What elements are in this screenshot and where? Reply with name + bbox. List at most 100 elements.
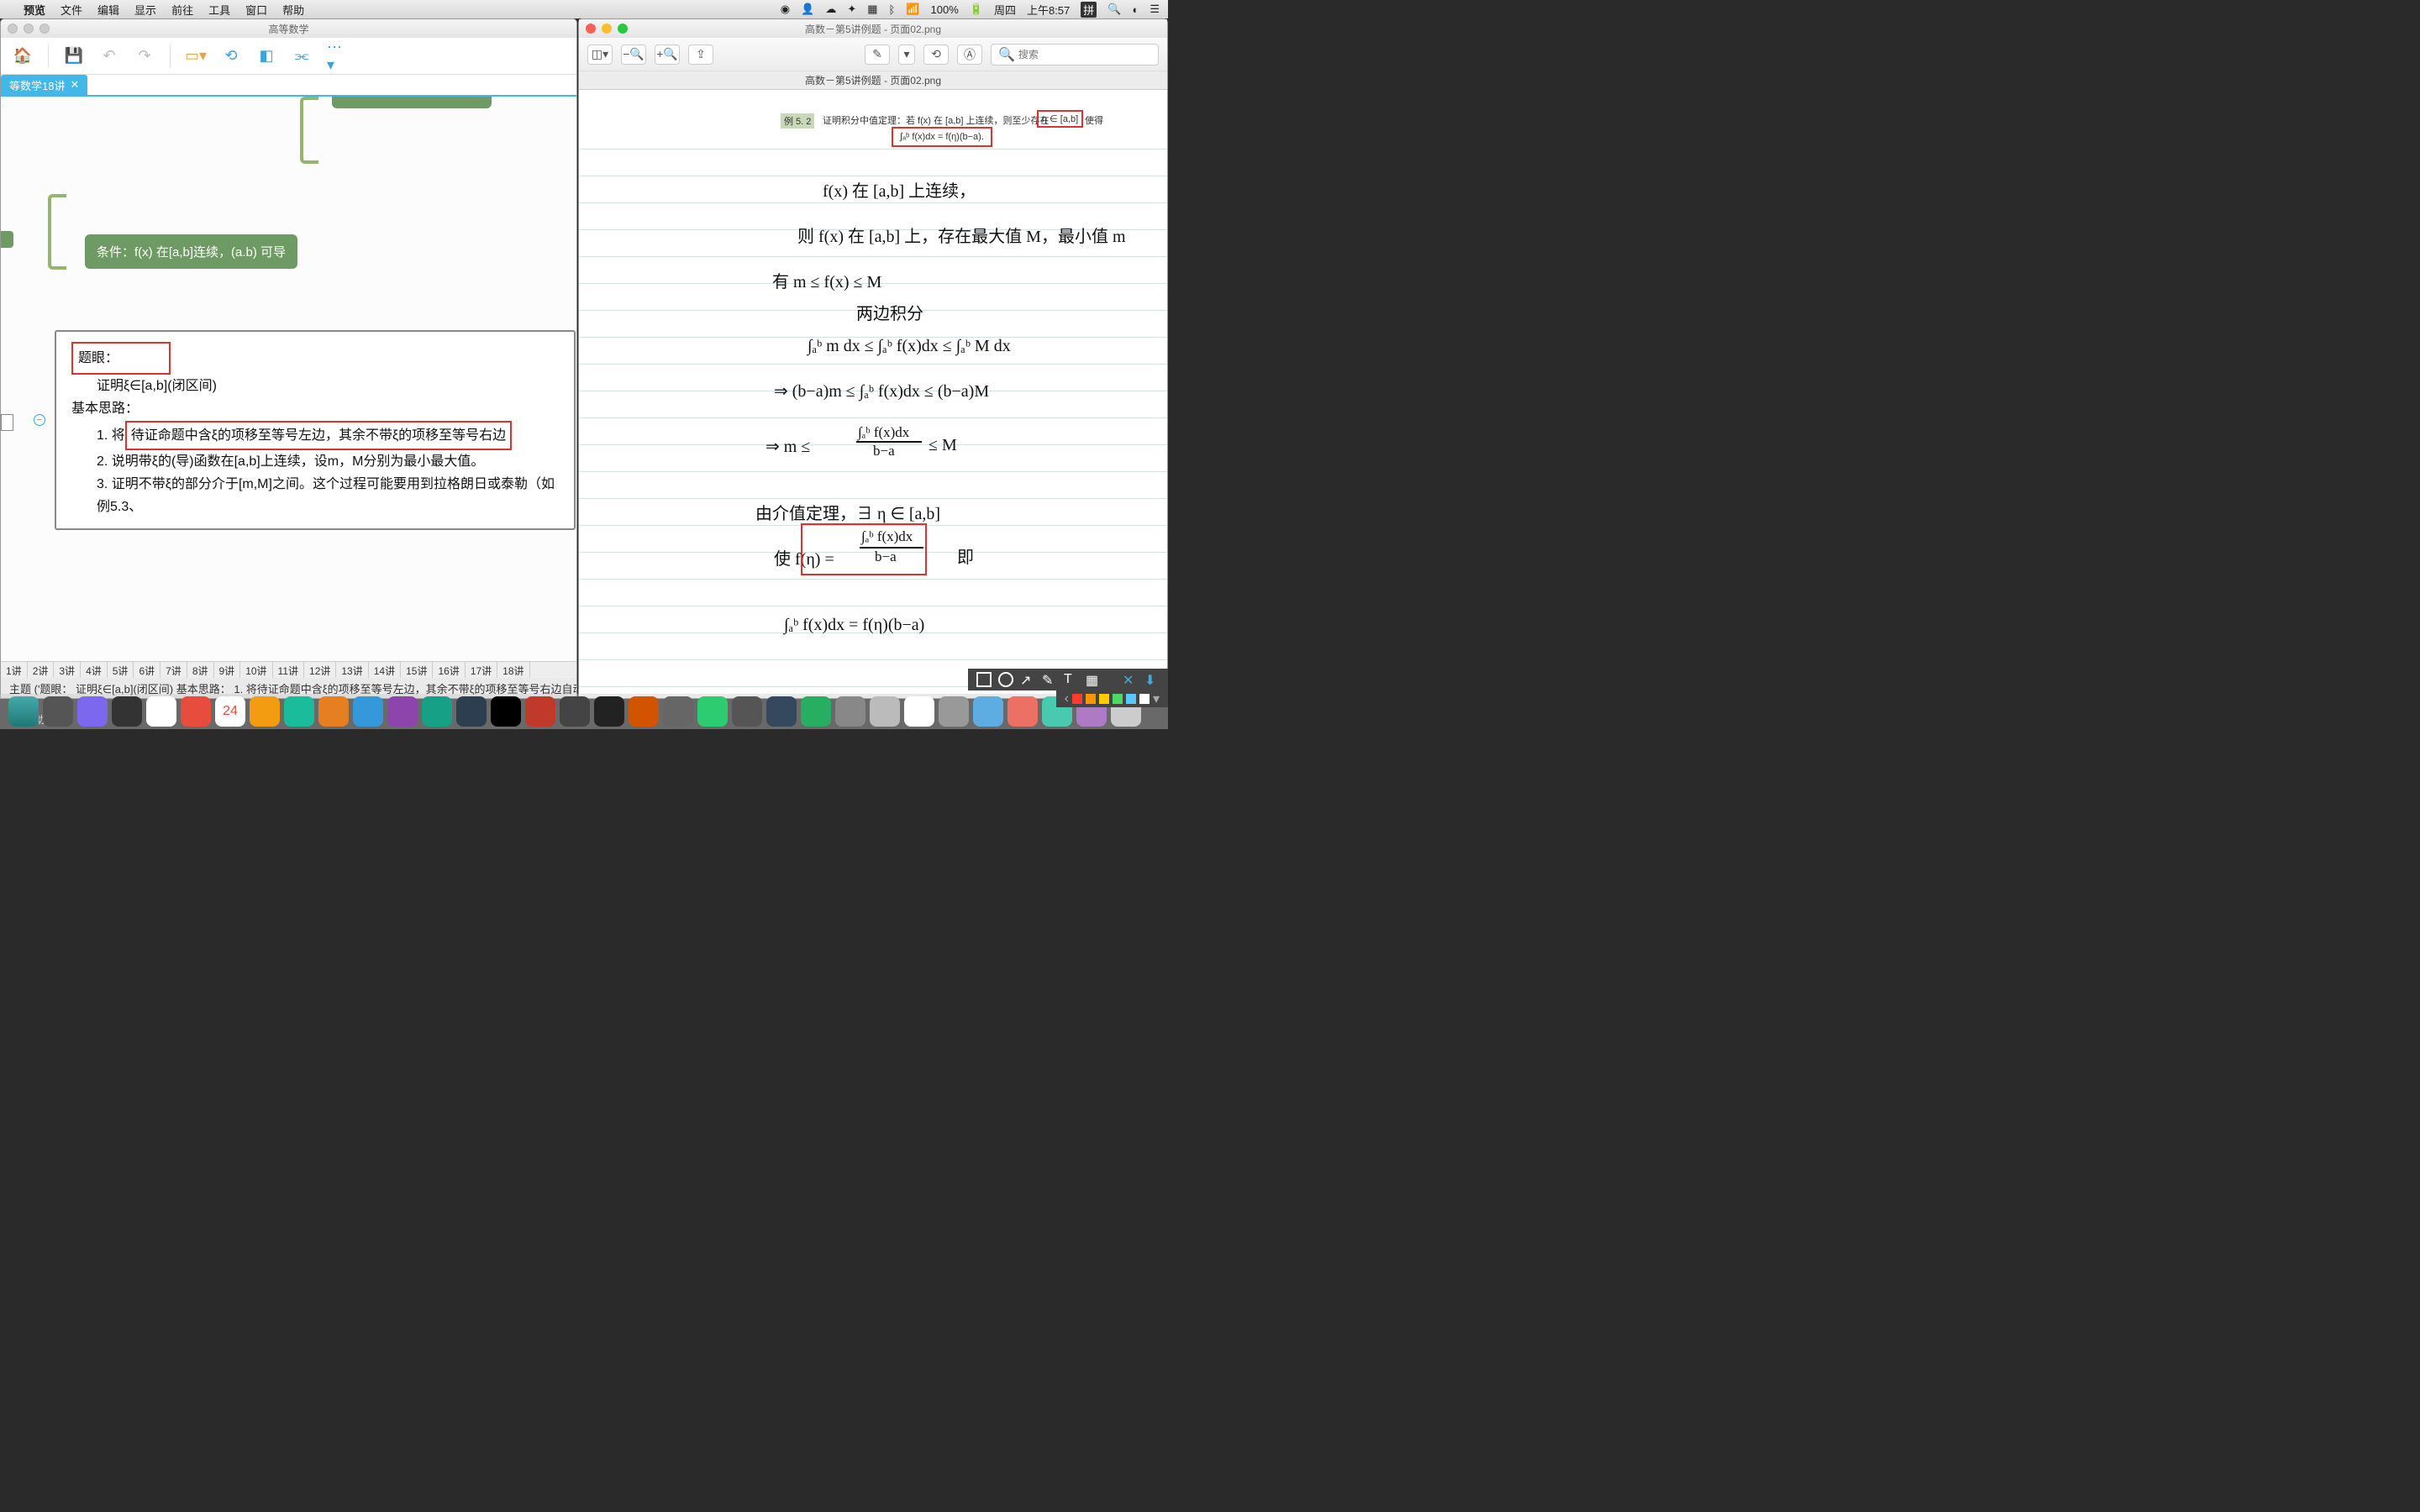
dock-app[interactable] (560, 696, 590, 727)
color-swatch[interactable] (1072, 694, 1082, 704)
titlebar[interactable]: 高等数学 (1, 19, 576, 38)
share-button[interactable]: ⇪ (688, 45, 713, 65)
dock-app[interactable] (904, 696, 934, 727)
dropdown-icon[interactable]: ▾ (1153, 690, 1160, 707)
undo-icon[interactable]: ↶ (99, 46, 119, 66)
summary-icon[interactable]: ⫘ (292, 46, 312, 66)
menu-edit[interactable]: 编辑 (97, 2, 119, 18)
node-edge[interactable] (1, 231, 13, 248)
dock-app[interactable] (973, 696, 1003, 727)
dock-app[interactable] (318, 696, 349, 727)
color-swatch[interactable] (1113, 694, 1123, 704)
redo-icon[interactable]: ↷ (134, 46, 155, 66)
rect-tool[interactable] (976, 672, 992, 687)
wifi-icon[interactable]: 📶 (906, 3, 919, 16)
blur-tool[interactable]: ▦ (1086, 672, 1101, 687)
dock-app[interactable] (112, 696, 142, 727)
spotlight-icon[interactable]: 🔍 (1107, 3, 1121, 16)
status-icon[interactable]: ☁ (825, 3, 836, 16)
zoom-out-button[interactable]: −🔍 (621, 45, 646, 65)
sheet-tab[interactable]: 18讲 (497, 662, 529, 678)
app-name[interactable]: 预览 (24, 2, 45, 18)
menu-view[interactable]: 显示 (134, 2, 156, 18)
finder-icon[interactable] (8, 696, 39, 727)
search-field[interactable]: 🔍 (991, 44, 1159, 66)
markup-toolbar-button[interactable]: Ⓐ (957, 45, 982, 65)
dock-app[interactable] (491, 696, 521, 727)
zoom-in-button[interactable]: +🔍 (655, 45, 680, 65)
search-input[interactable] (1018, 49, 1151, 60)
dock-app[interactable] (663, 696, 693, 727)
sheet-tab[interactable]: 3讲 (54, 662, 81, 678)
topic-icon[interactable]: ▭▾ (186, 46, 206, 66)
zoom-button[interactable] (39, 24, 50, 34)
dock-app[interactable] (353, 696, 383, 727)
file-tab[interactable]: 高数－第5讲例题 - 页面02.png (579, 71, 1167, 90)
status-icon[interactable]: ▦ (867, 3, 877, 16)
node-edge[interactable] (1, 414, 13, 431)
dock-app[interactable] (456, 696, 487, 727)
minimize-button[interactable] (24, 24, 34, 34)
sheet-tab[interactable]: 12讲 (304, 662, 336, 678)
menu-file[interactable]: 文件 (60, 2, 82, 18)
circle-tool[interactable] (998, 672, 1013, 687)
close-button[interactable] (586, 24, 596, 34)
notif-icon[interactable]: ☰ (1150, 3, 1160, 16)
siri-icon[interactable]: ◐ (1132, 3, 1139, 16)
chrome-icon[interactable] (146, 696, 176, 727)
dock-app[interactable] (835, 696, 865, 727)
dock-app[interactable] (697, 696, 728, 727)
collapse-toggle[interactable]: − (34, 414, 45, 426)
color-swatch[interactable] (1086, 694, 1096, 704)
sheet-tab[interactable]: 1讲 (1, 662, 28, 678)
dock-app[interactable] (939, 696, 969, 727)
sheet-tab[interactable]: 17讲 (466, 662, 497, 678)
markup-dropdown[interactable]: ▾ (898, 45, 915, 65)
dock-app[interactable] (801, 696, 831, 727)
arrow-left-icon[interactable]: ‹ (1065, 691, 1069, 706)
sheet-tab[interactable]: 11讲 (273, 662, 304, 678)
dock-app[interactable] (870, 696, 900, 727)
status-icon[interactable]: ✦ (847, 3, 856, 16)
document-tab[interactable]: 等数学18讲 ✕ (1, 75, 87, 95)
dock-app[interactable] (422, 696, 452, 727)
zoom-button[interactable] (618, 24, 628, 34)
boundary-icon[interactable]: ◧ (256, 46, 276, 66)
dock-app[interactable] (766, 696, 797, 727)
sheet-tab[interactable]: 10讲 (240, 662, 272, 678)
save-icon[interactable]: 💾 (64, 46, 84, 66)
dock-app[interactable] (387, 696, 418, 727)
home-icon[interactable]: 🏠 (13, 46, 33, 66)
bluetooth-icon[interactable]: ᛒ (889, 3, 896, 16)
markup-pen-button[interactable]: ✎ (865, 45, 890, 65)
calendar-icon[interactable]: 24 (215, 696, 245, 727)
dock-app[interactable] (250, 696, 280, 727)
sheet-tab[interactable]: 9讲 (214, 662, 241, 678)
sheet-tab[interactable]: 13讲 (336, 662, 368, 678)
relation-icon[interactable]: ⟲ (221, 46, 241, 66)
pen-tool[interactable]: ✎ (1042, 672, 1057, 687)
dock-app[interactable] (77, 696, 108, 727)
mindmap-canvas[interactable]: 条件：f(x) 在[a,b]连续，(a.b) 可导 − 题眼： 证明ξ∈[a,b… (1, 97, 576, 661)
ime-indicator[interactable]: 拼 (1081, 2, 1097, 18)
sheet-tab[interactable]: 16讲 (433, 662, 465, 678)
node[interactable] (332, 97, 492, 108)
sheet-tab[interactable]: 2讲 (28, 662, 55, 678)
clock-day[interactable]: 周四 (994, 2, 1016, 18)
rotate-button[interactable]: ⟲ (923, 45, 949, 65)
menu-help[interactable]: 帮助 (282, 2, 304, 18)
dock-app[interactable] (43, 696, 73, 727)
page-view[interactable]: 例 5. 2 证明积分中值定理：若 f(x) 在 [a,b] 上连续，则至少存在… (579, 90, 1167, 698)
titlebar[interactable]: 高数－第5讲例题 - 页面02.png (579, 19, 1167, 38)
dock-app[interactable] (525, 696, 555, 727)
close-button[interactable] (8, 24, 18, 34)
note-box[interactable]: 题眼： 证明ξ∈[a,b](闭区间) 基本思路： 1. 将待证命题中含ξ的项移至… (55, 330, 576, 530)
dock-app[interactable] (594, 696, 624, 727)
menu-tools[interactable]: 工具 (208, 2, 230, 18)
node-condition[interactable]: 条件：f(x) 在[a,b]连续，(a.b) 可导 (85, 234, 297, 269)
dock-app[interactable] (284, 696, 314, 727)
dock-app[interactable] (181, 696, 211, 727)
text-tool[interactable]: T (1064, 672, 1079, 687)
sheet-tab[interactable]: 6讲 (134, 662, 160, 678)
sidebar-toggle[interactable]: ◫▾ (587, 45, 613, 65)
